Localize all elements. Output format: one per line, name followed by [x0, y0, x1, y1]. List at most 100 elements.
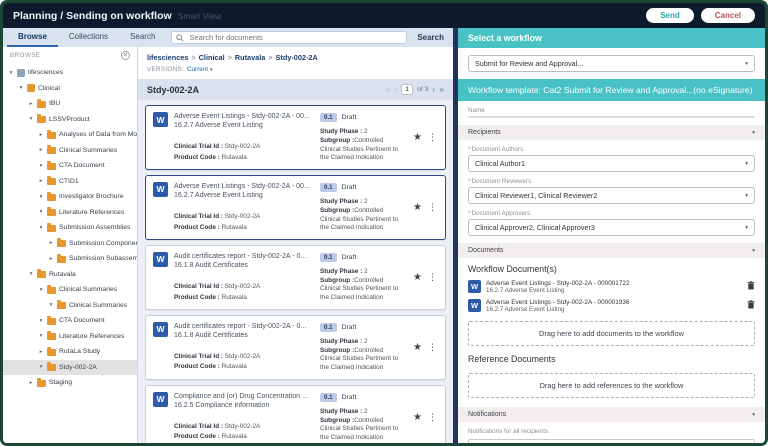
tree-item-rutala-study[interactable]: ▸ RutaLa Study — [3, 344, 137, 360]
favorite-star-icon[interactable]: ★ — [413, 342, 422, 353]
notifications-section-header[interactable]: Notifications ▾ — [458, 407, 765, 422]
tree-item-cta-document[interactable]: ▾ CTA Document — [3, 158, 137, 174]
tree-chevron-icon[interactable]: ▾ — [28, 116, 34, 122]
more-menu-icon[interactable]: ⋮ — [428, 272, 437, 283]
close-icon[interactable]: × — [121, 51, 130, 60]
tree-item-clinical-summaries[interactable]: ▾ Clinical Summaries — [3, 282, 137, 298]
tree-chevron-icon[interactable]: ▾ — [48, 302, 54, 308]
tree-item-cta-document[interactable]: ▾ CTA Document — [3, 313, 137, 329]
tree-chevron-icon[interactable]: ▾ — [38, 318, 44, 324]
trash-icon[interactable] — [747, 300, 755, 309]
tree-item-ctid1[interactable]: ▸ CTID1 — [3, 174, 137, 190]
tree-item-literature-references[interactable]: ▾ Literature References — [3, 205, 137, 221]
send-button[interactable]: Send — [646, 8, 694, 23]
tree-item-stdy-002-2a[interactable]: ▾ Stdy-002-2A — [3, 359, 137, 375]
tree-chevron-icon[interactable]: ▸ — [38, 147, 44, 153]
documents-section-header[interactable]: Documents ▾ — [458, 243, 765, 258]
page-number-input[interactable]: 1 — [401, 84, 414, 95]
tree-item-rutavala[interactable]: ▾ Rutavala — [3, 267, 137, 283]
tree-chevron-icon[interactable]: ▸ — [48, 240, 54, 246]
tree-chevron-icon[interactable]: ▸ — [38, 349, 44, 355]
tree-item-label: LSSVProduct — [49, 115, 90, 123]
tree-item-label: Rutavala — [49, 270, 76, 278]
tab-search[interactable]: Search — [119, 28, 166, 47]
word-doc-icon: W — [153, 391, 168, 407]
versions-current-value: Current — [187, 66, 208, 73]
tree-item-submission-subassembly[interactable]: ▸ Submission Subassembly — [3, 251, 137, 267]
tree-item-literature-references[interactable]: ▾ Literature References — [3, 329, 137, 345]
workflow-select[interactable]: Submit for Review and Approval... ▾ — [468, 55, 755, 72]
workflow-name-input[interactable]: Cat2 Submit for Review and Approval...(n… — [468, 116, 755, 118]
search-button[interactable]: Search — [412, 33, 449, 42]
tree-item-submission-assemblies[interactable]: ▾ Submission Assemblies — [3, 220, 137, 236]
folder-icon — [47, 284, 56, 294]
tree-item-lssvproduct[interactable]: ▾ LSSVProduct — [3, 112, 137, 128]
word-doc-icon: W — [153, 321, 168, 337]
workflow-documents-title: Workflow Document(s) — [468, 264, 557, 274]
last-page-icon[interactable]: » — [439, 85, 444, 94]
tree-chevron-icon[interactable]: ▸ — [38, 178, 44, 184]
document-card[interactable]: W Adverse Event Listings - Stdy-002-2A -… — [145, 174, 446, 240]
references-dropzone[interactable]: Drag here to add references to the workf… — [468, 373, 755, 398]
tree-chevron-icon[interactable]: ▾ — [38, 225, 44, 231]
tree-chevron-icon[interactable]: ▸ — [28, 380, 34, 386]
tree-item-ibu[interactable]: ▸ IBU — [3, 96, 137, 112]
breadcrumb-item[interactable]: Stdy-002-2A — [276, 53, 318, 62]
cancel-button[interactable]: Cancel — [700, 8, 755, 23]
tree-chevron-icon[interactable]: ▾ — [18, 85, 24, 91]
workflow-doc-item[interactable]: W Adverse Event Listings - Stdy-002-2A -… — [458, 277, 765, 296]
tree-chevron-icon[interactable]: ▾ — [38, 209, 44, 215]
word-doc-icon: W — [153, 181, 168, 197]
recipient-select[interactable]: Clinical Author1 ▾ — [468, 155, 755, 172]
document-card[interactable]: W Compliance and (or) Drug Concentration… — [145, 384, 446, 443]
recipients-section-header[interactable]: Recipients ▾ — [458, 125, 765, 140]
tree-item-staging[interactable]: ▸ Staging — [3, 375, 137, 391]
favorite-star-icon[interactable]: ★ — [413, 272, 422, 283]
tree-chevron-icon[interactable]: ▾ — [38, 163, 44, 169]
recipient-select[interactable]: Clinical Reviewer1, Clinical Reviewer2 ▾ — [468, 187, 755, 204]
chevron-down-icon: ▾ — [745, 224, 748, 231]
favorite-star-icon[interactable]: ★ — [413, 412, 422, 423]
tree-chevron-icon[interactable]: ▾ — [38, 364, 44, 370]
tree-item-clinical[interactable]: ▾ Clinical — [3, 81, 137, 97]
tree-chevron-icon[interactable]: ▾ — [28, 271, 34, 277]
more-menu-icon[interactable]: ⋮ — [428, 132, 437, 143]
document-card[interactable]: W Audit certificates report - Stdy-002-2… — [145, 314, 446, 380]
tree-chevron-icon[interactable]: ▸ — [38, 132, 44, 138]
first-page-icon[interactable]: « — [386, 85, 391, 94]
document-card[interactable]: W Audit certificates report - Stdy-002-2… — [145, 244, 446, 310]
tree-chevron-icon[interactable]: ▾ — [38, 194, 44, 200]
tree-item-analyses-of-data-from-more-than-one[interactable]: ▸ Analyses of Data from More Than One — [3, 127, 137, 143]
prev-page-icon[interactable]: ‹ — [394, 85, 397, 94]
tab-collections[interactable]: Collections — [58, 28, 119, 47]
workflow-doc-item[interactable]: W Adverse Event Listings - Stdy-002-2A -… — [458, 296, 765, 315]
documents-dropzone[interactable]: Drag here to add documents to the workfl… — [468, 321, 755, 346]
tree-item-lifesciences[interactable]: ▾ lifesciences — [3, 65, 137, 81]
breadcrumb-item[interactable]: Clinical — [199, 53, 225, 62]
version-badge: 0.1 — [320, 182, 337, 192]
document-card[interactable]: W Adverse Event Listings - Stdy-002-2A -… — [145, 105, 446, 170]
favorite-star-icon[interactable]: ★ — [413, 132, 422, 143]
tree-item-clinical-summaries[interactable]: ▾ Clinical Summaries — [3, 298, 137, 314]
more-menu-icon[interactable]: ⋮ — [428, 202, 437, 213]
notifications-textarea[interactable] — [468, 439, 755, 443]
more-menu-icon[interactable]: ⋮ — [428, 342, 437, 353]
trash-icon[interactable] — [747, 281, 755, 290]
tree-chevron-icon[interactable]: ▾ — [38, 333, 44, 339]
more-menu-icon[interactable]: ⋮ — [428, 412, 437, 423]
breadcrumb-item[interactable]: Rutavala — [235, 53, 265, 62]
breadcrumb-item[interactable]: lifesciences — [147, 53, 188, 62]
tree-chevron-icon[interactable]: ▸ — [28, 101, 34, 107]
recipient-select[interactable]: Clinical Approver2, Clinical Approver3 ▾ — [468, 219, 755, 236]
next-page-icon[interactable]: › — [432, 85, 435, 94]
tree-chevron-icon[interactable]: ▸ — [48, 256, 54, 262]
tree-item-submission-component[interactable]: ▸ Submission Component — [3, 236, 137, 252]
tree-chevron-icon[interactable]: ▾ — [8, 70, 14, 76]
tab-browse[interactable]: Browse — [7, 28, 58, 47]
search-input[interactable] — [187, 32, 403, 43]
favorite-star-icon[interactable]: ★ — [413, 202, 422, 213]
tree-item-investigator-brochure[interactable]: ▾ Investigator Brochure — [3, 189, 137, 205]
versions-current-dropdown[interactable]: Current ▾ — [187, 66, 213, 73]
tree-chevron-icon[interactable]: ▾ — [38, 287, 44, 293]
tree-item-clinical-summaries[interactable]: ▸ Clinical Summaries — [3, 143, 137, 159]
